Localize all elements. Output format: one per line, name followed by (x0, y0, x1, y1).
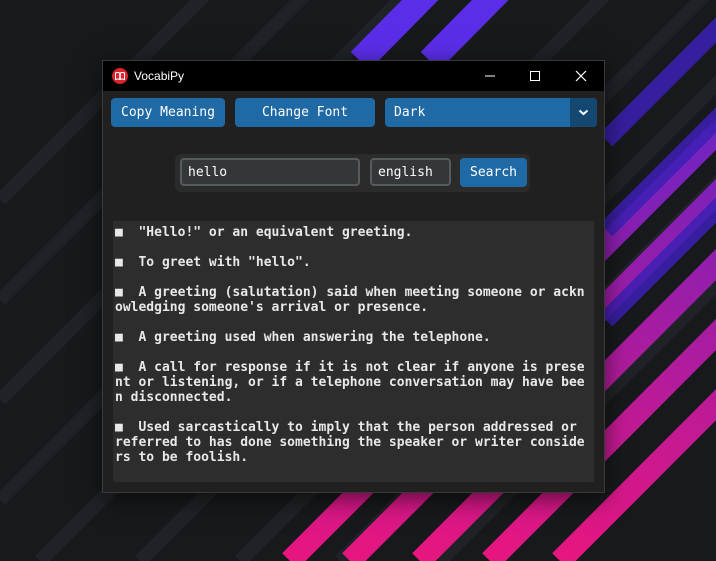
close-icon (575, 70, 587, 82)
theme-dropdown[interactable]: Dark (385, 98, 597, 127)
meaning-item: ■ A greeting used when answering the tel… (115, 330, 491, 345)
scrollbar[interactable] (588, 221, 594, 482)
window-title: VocabiPy (134, 69, 185, 83)
meaning-item: ■ To greet with "hello". (115, 255, 311, 270)
meanings-textbox[interactable]: ■ "Hello!" or an equivalent greeting. ■ T… (113, 221, 594, 482)
close-button[interactable] (558, 61, 604, 91)
maximize-button[interactable] (512, 61, 558, 91)
title-bar[interactable]: VocabiPy (103, 61, 604, 91)
copy-meaning-button[interactable]: Copy Meaning (111, 98, 225, 127)
minimize-button[interactable] (467, 61, 513, 91)
meaning-item: ■ "Hello!" or an equivalent greeting. (115, 225, 413, 240)
language-field[interactable] (370, 158, 451, 186)
search-button[interactable]: Search (460, 158, 527, 187)
meaning-item: ■ A greeting (salutation) said when meet… (115, 285, 585, 315)
meaning-item: ■ A call for response if it is not clear… (115, 360, 585, 405)
minimize-icon (485, 75, 495, 77)
search-input[interactable] (180, 158, 360, 186)
theme-dropdown-arrow[interactable] (570, 98, 597, 127)
meaning-item: ■ Used sarcastically to imply that the p… (115, 420, 585, 465)
app-window: VocabiPy Copy Meaning Change Font Dark h… (103, 61, 604, 492)
meanings-list: ■ "Hello!" or an equivalent greeting. ■ T… (115, 225, 589, 480)
open-book-icon (112, 68, 128, 84)
maximize-icon (530, 71, 540, 81)
change-font-button[interactable]: Change Font (235, 98, 375, 127)
chevron-down-icon (578, 109, 589, 116)
theme-dropdown-value: Dark (394, 105, 426, 120)
